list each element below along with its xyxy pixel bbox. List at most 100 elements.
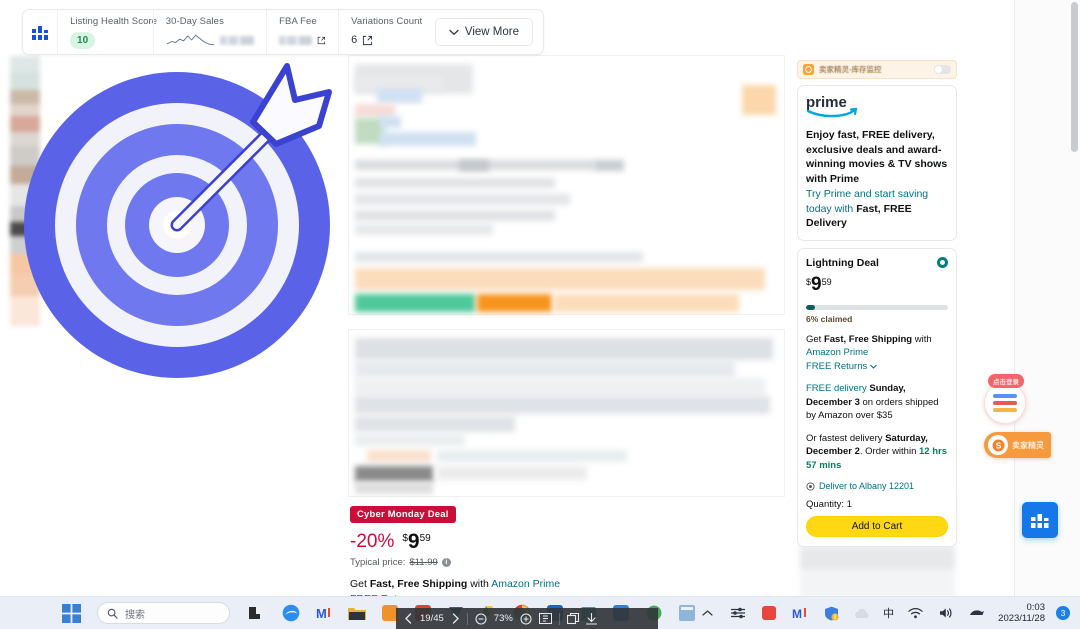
view-more-label: View More — [464, 26, 519, 38]
get-mid: with — [912, 333, 932, 345]
variations-count-value: 6 — [351, 34, 358, 46]
metric-label: 30-Day Sales — [165, 16, 224, 27]
chevron-down-icon — [870, 364, 877, 369]
deal-price-block: Cyber Monday Deal -20% $ 9 59 Typical pr… — [350, 504, 680, 605]
view-more-button[interactable]: View More — [434, 18, 533, 46]
svg-text:M: M — [316, 606, 327, 621]
free-returns-sidebar-link[interactable]: FREE Returns — [806, 361, 867, 372]
metric-value-row: 10 — [70, 30, 141, 50]
chevron-right-icon[interactable] — [451, 613, 460, 624]
fit-page-icon[interactable] — [538, 613, 552, 624]
metric-fba-fee[interactable]: FBA Fee — [266, 10, 338, 54]
taskbar-search-input[interactable]: 搜索 — [97, 602, 231, 624]
lightning-deal-price: $ 9 59 — [806, 274, 948, 296]
quantity-label[interactable]: Quantity: 1 — [806, 499, 948, 510]
deal-badge: Cyber Monday Deal — [350, 506, 456, 523]
pdf-zoom-level[interactable]: 73% — [494, 613, 513, 624]
svg-text:M: M — [792, 607, 802, 620]
chevron-left-icon[interactable] — [404, 613, 413, 624]
menu-circle-button[interactable] — [984, 382, 1026, 424]
menu-bar-red — [993, 401, 1017, 405]
listing-metrics-toolbar: Listing Health Score 10 30-Day Sales FBA… — [22, 9, 544, 55]
deal-indicator-icon — [937, 257, 948, 268]
sellersprite-icon — [803, 64, 814, 75]
fastest-prefix: Or fastest delivery — [806, 432, 886, 444]
get-bold: Fast, Free Shipping — [823, 333, 913, 345]
warning-shield-icon[interactable] — [821, 603, 841, 623]
target-dart-illustration — [14, 60, 344, 390]
location-pin-icon — [806, 481, 815, 491]
taskbar-app-edge[interactable] — [281, 603, 301, 623]
lightning-deal-header: Lightning Deal — [806, 257, 948, 269]
sellersprite-tab[interactable]: S 卖家精灵 — [984, 432, 1051, 458]
prime-panel: prime Enjoy fast, FREE delivery, exclusi… — [797, 85, 957, 241]
buybox-sidebar: 卖家精灵-库存监控 prime Enjoy fast, FREE deliver… — [797, 60, 957, 554]
download-icon[interactable] — [585, 612, 597, 625]
free-delivery-info: FREE delivery Sunday, December 3 on orde… — [806, 382, 948, 423]
metric-variations-count[interactable]: Variations Count 6 — [338, 10, 423, 54]
page-scrollbar[interactable] — [1071, 2, 1078, 152]
external-link-icon[interactable] — [362, 35, 373, 46]
claimed-progress-bar — [806, 304, 948, 310]
blurred-get-plan[interactable] — [279, 35, 313, 45]
zoom-out-icon[interactable] — [475, 612, 487, 625]
window-icon[interactable] — [566, 612, 579, 625]
taskbar-app-chart[interactable]: M — [314, 603, 334, 623]
ime-indicator[interactable]: 中 — [883, 605, 894, 621]
svg-text:S: S — [995, 440, 1001, 450]
price-fraction: 59 — [419, 533, 431, 544]
sellersprite-monitor-bar[interactable]: 卖家精灵-库存监控 — [797, 60, 957, 79]
get-prefix: Get — [806, 333, 824, 345]
bar-chart-icon — [1031, 514, 1049, 528]
blurred-content-block-bottom — [348, 329, 785, 497]
lightning-deal-title: Lightning Deal — [806, 256, 879, 269]
deliver-to-label: Deliver to Albany 12201 — [819, 481, 915, 491]
price-row: -20% $ 9 59 — [350, 531, 680, 553]
prime-link[interactable]: Amazon Prime — [806, 347, 868, 358]
input-icon[interactable] — [967, 603, 987, 623]
metric-label: FBA Fee — [279, 16, 317, 27]
taskbar-app-calculator[interactable] — [677, 603, 697, 623]
chevron-up-icon[interactable] — [697, 603, 717, 623]
metric-label: Variations Count — [351, 16, 423, 27]
shipping-info: Get Fast, Free Shipping with Amazon Prim… — [806, 333, 948, 374]
menu-bar-orange — [993, 408, 1017, 412]
blurred-get-plan[interactable] — [220, 35, 255, 45]
info-icon[interactable]: i — [441, 558, 451, 567]
taskbar-app-folder[interactable] — [347, 603, 367, 623]
login-badge[interactable]: 点击登录 — [988, 374, 1024, 388]
deliver-to-row[interactable]: Deliver to Albany 12201 — [806, 481, 948, 491]
fastest-mid: . Order within — [859, 446, 920, 457]
metric-30-day-sales[interactable]: 30-Day Sales — [152, 10, 266, 54]
browser-page: Cyber Monday Deal -20% $ 9 59 Typical pr… — [0, 0, 1080, 629]
monitor-toggle[interactable] — [934, 65, 951, 74]
svg-text:prime: prime — [806, 94, 847, 111]
taskbar-app-explorer[interactable] — [248, 603, 268, 623]
wifi-icon[interactable] — [905, 603, 925, 623]
free-delivery-prefix: FREE delivery — [806, 383, 870, 394]
settings-sliders-icon[interactable] — [728, 603, 748, 623]
analytics-float-button[interactable] — [1022, 502, 1058, 538]
metric-value-row — [279, 30, 326, 50]
sellersprite-logo-icon: S — [988, 435, 1008, 455]
metric-value-row: 6 — [351, 30, 409, 50]
prime-subline[interactable]: Try Prime and start saving today with Fa… — [806, 187, 948, 231]
red-app-icon[interactable] — [759, 603, 779, 623]
zoom-in-icon[interactable] — [520, 612, 532, 625]
taskbar-clock[interactable]: 0:03 2023/11/28 — [998, 602, 1045, 624]
chart-app-icon[interactable]: M — [790, 603, 810, 623]
price-whole: 9 — [407, 530, 420, 553]
amazon-prime-link[interactable]: Amazon Prime — [491, 578, 560, 590]
add-to-cart-button[interactable]: Add to Cart — [806, 516, 948, 537]
metric-listing-health-score[interactable]: Listing Health Score 10 — [57, 10, 157, 54]
windows-start-icon[interactable] — [62, 603, 81, 623]
external-link-icon[interactable] — [317, 35, 326, 46]
toolbar-divider — [466, 612, 468, 625]
volume-icon[interactable] — [936, 603, 956, 623]
pdf-page-indicator[interactable]: 19/45 — [420, 613, 444, 624]
cloud-icon[interactable] — [852, 603, 872, 623]
notification-badge[interactable]: 3 — [1056, 606, 1070, 620]
sparkline-chart — [166, 34, 214, 46]
shipping-prefix: Get — [350, 578, 370, 590]
percent-off: -20% — [350, 531, 395, 552]
